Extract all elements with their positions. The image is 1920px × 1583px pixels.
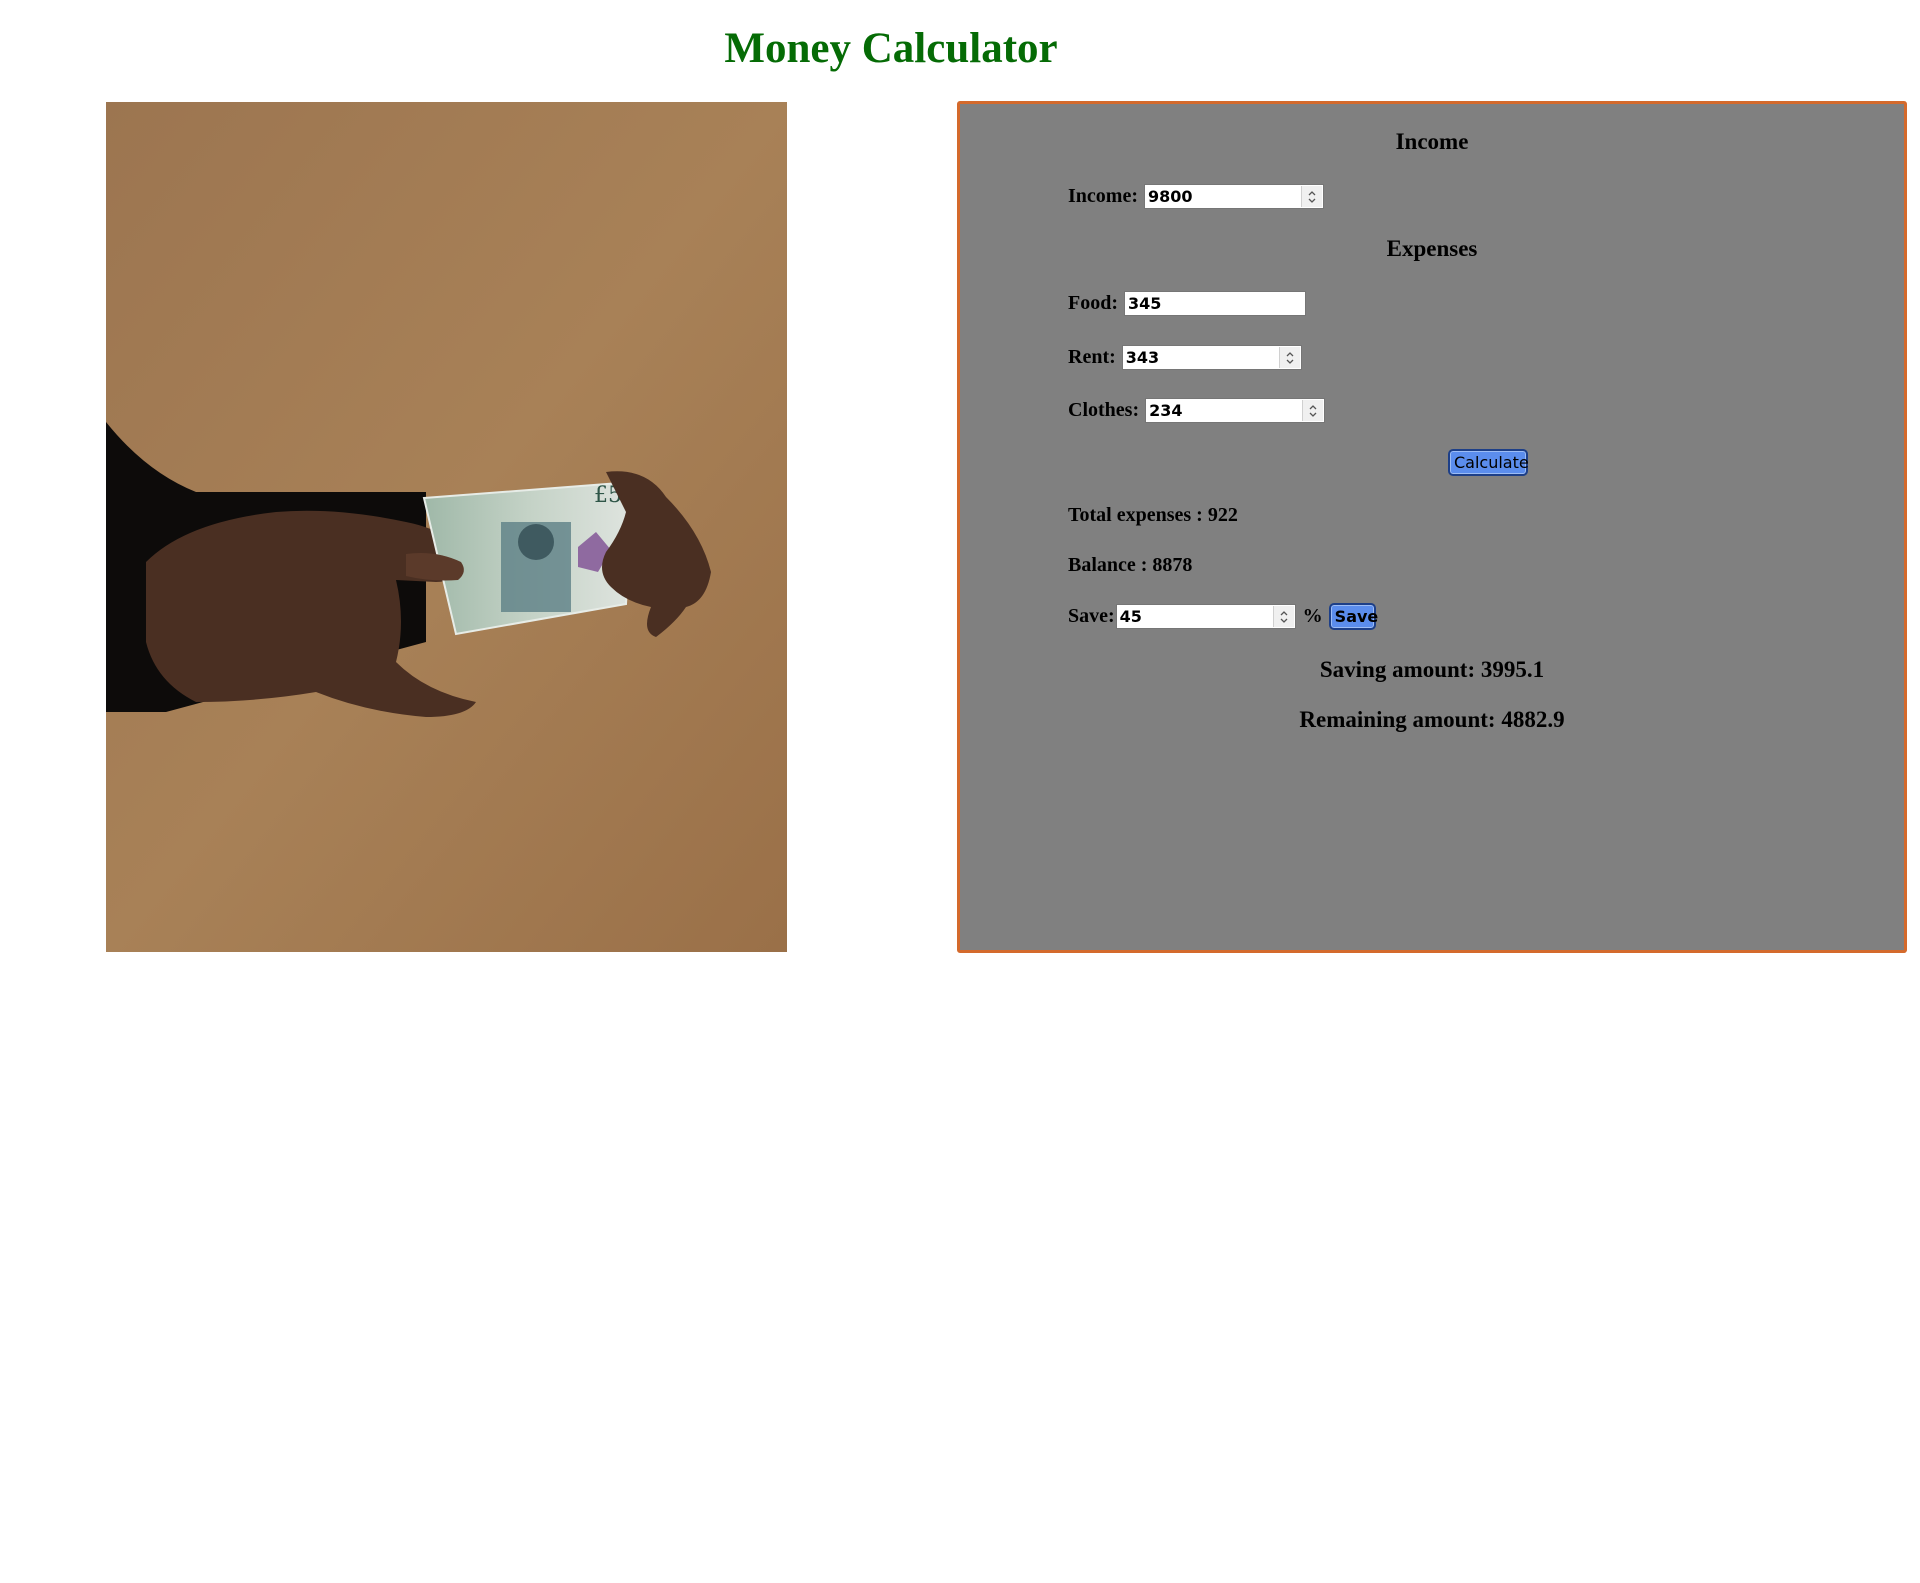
- page-title: Money Calculator: [724, 25, 1058, 72]
- total-expenses-text: Total expenses : 922: [1068, 504, 1238, 526]
- food-label: Food:: [1068, 292, 1118, 314]
- food-row: Food: 345: [1068, 291, 1306, 316]
- save-value: 45: [1119, 607, 1142, 626]
- save-input[interactable]: 45: [1115, 604, 1296, 629]
- expenses-heading: Expenses: [1386, 236, 1478, 261]
- clothes-label: Clothes:: [1068, 399, 1140, 421]
- page: Money Calculator £5 Income Income: 9800 …: [0, 0, 1920, 1583]
- rent-input[interactable]: 343: [1121, 345, 1302, 370]
- spinner-arrows-icon: [1309, 404, 1317, 417]
- spinner-arrows-icon: [1286, 351, 1294, 364]
- income-heading: Income: [1395, 129, 1469, 154]
- balance-text: Balance : 8878: [1068, 554, 1193, 576]
- calculator-panel: Income Income: 9800 Expenses Food: 345 R…: [957, 101, 1907, 953]
- clothes-value: 234: [1149, 401, 1183, 420]
- percent-sign: %: [1302, 605, 1323, 627]
- income-value: 9800: [1147, 187, 1193, 206]
- rent-value: 343: [1125, 348, 1160, 367]
- clothes-input[interactable]: 234: [1145, 398, 1326, 423]
- income-label: Income:: [1068, 185, 1138, 207]
- clothes-spinner[interactable]: [1302, 400, 1324, 421]
- rent-label: Rent:: [1068, 346, 1116, 368]
- clothes-row: Clothes: 234: [1068, 398, 1326, 423]
- income-row: Income: 9800: [1068, 184, 1324, 209]
- saving-amount-text: Saving amount: 3995.1: [1319, 657, 1545, 682]
- money-photo: £5: [106, 102, 787, 952]
- save-spinner[interactable]: [1272, 606, 1294, 627]
- income-spinner[interactable]: [1300, 186, 1322, 207]
- save-button[interactable]: Save: [1328, 603, 1378, 630]
- save-row: Save: 45 % Save: [1068, 603, 1378, 630]
- rent-row: Rent: 343: [1068, 345, 1302, 370]
- rent-spinner[interactable]: [1278, 347, 1300, 368]
- remaining-amount-text: Remaining amount: 4882.9: [1299, 707, 1565, 732]
- income-input[interactable]: 9800: [1143, 184, 1324, 209]
- spinner-arrows-icon: [1308, 190, 1316, 203]
- calculate-button[interactable]: Calculate: [1448, 449, 1529, 476]
- food-input[interactable]: 345: [1124, 291, 1306, 316]
- save-label: Save:: [1068, 605, 1115, 627]
- spinner-arrows-icon: [1280, 610, 1288, 623]
